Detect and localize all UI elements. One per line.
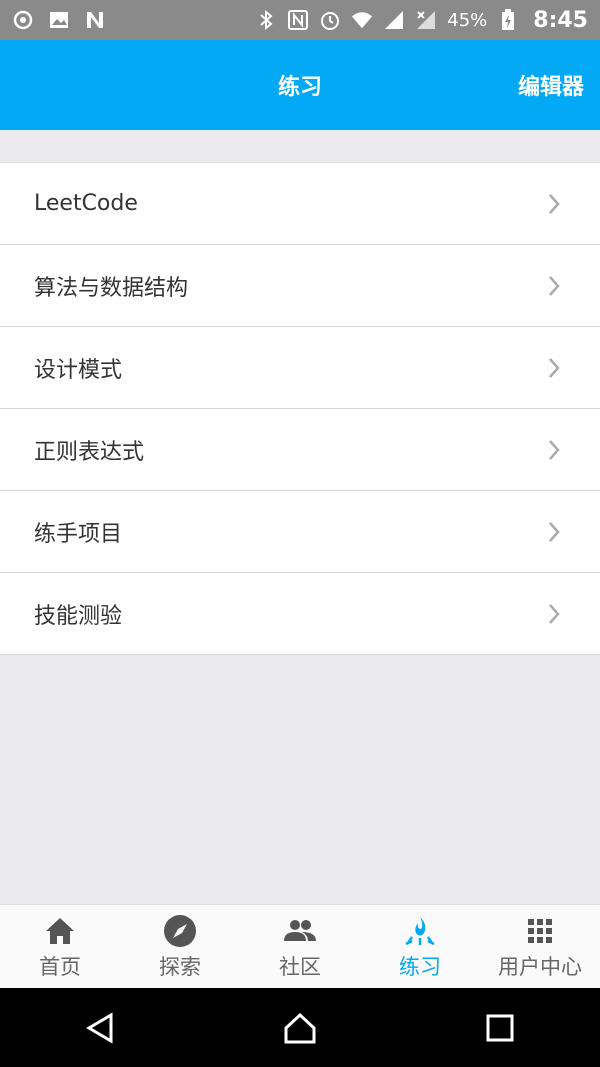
alarm-icon [319, 9, 341, 31]
nav-label: 探索 [159, 954, 201, 979]
sync-icon [12, 9, 34, 31]
home-circle-icon[interactable] [280, 1008, 320, 1048]
nav-user-center[interactable]: 用户中心 [480, 905, 600, 988]
battery-charging-icon [497, 9, 519, 31]
bluetooth-icon [255, 9, 277, 31]
battery-percent: 45% [447, 9, 488, 31]
list-item-skill-test[interactable]: 技能测验 [0, 573, 600, 655]
editor-button[interactable]: 编辑器 [518, 40, 584, 130]
people-icon [284, 919, 316, 941]
list-item-algorithms[interactable]: 算法与数据结构 [0, 245, 600, 327]
nav-practice[interactable]: 练习 [360, 905, 480, 988]
practice-icon [405, 916, 435, 945]
list-item-label: 设计模式 [34, 357, 123, 383]
wifi-icon [351, 9, 373, 31]
nav-label: 社区 [279, 954, 321, 979]
status-bar: 45% 8:45 [0, 0, 600, 40]
home-icon [46, 917, 74, 944]
chevron-right-icon [549, 275, 560, 296]
bottom-nav: 首页 探索 社区 练习 用户中心 [0, 904, 600, 988]
image-icon [48, 9, 70, 31]
grid-icon [528, 918, 552, 943]
nav-label: 练习 [399, 954, 441, 979]
list-item-label: 正则表达式 [34, 439, 145, 465]
system-nav-bar [0, 988, 600, 1067]
back-icon[interactable] [80, 1008, 120, 1048]
clock: 8:45 [533, 7, 588, 33]
list-item-leetcode[interactable]: LeetCode [0, 163, 600, 245]
signal-x-icon [415, 9, 437, 31]
n-app-icon [84, 9, 106, 31]
app-bar: 练习 编辑器 [0, 40, 600, 130]
compass-icon [164, 914, 196, 947]
chevron-right-icon [549, 439, 560, 460]
list-item-design-patterns[interactable]: 设计模式 [0, 327, 600, 409]
practice-list: LeetCode 算法与数据结构 设计模式 正则表达式 练手项目 技能测验 [0, 162, 600, 655]
recents-icon[interactable] [480, 1008, 520, 1048]
list-item-label: LeetCode [34, 191, 138, 216]
list-item-label: 练手项目 [34, 521, 123, 547]
list-item-label: 算法与数据结构 [34, 275, 189, 301]
nav-label: 首页 [39, 954, 81, 979]
list-item-projects[interactable]: 练手项目 [0, 491, 600, 573]
chevron-right-icon [549, 521, 560, 542]
nav-explore[interactable]: 探索 [120, 905, 240, 988]
nav-home[interactable]: 首页 [0, 905, 120, 988]
signal-icon [383, 9, 405, 31]
page-title: 练习 [277, 75, 322, 100]
nfc-icon [287, 9, 309, 31]
chevron-right-icon [549, 357, 560, 378]
nav-community[interactable]: 社区 [240, 905, 360, 988]
chevron-right-icon [549, 193, 560, 214]
chevron-right-icon [549, 603, 560, 624]
nav-label: 用户中心 [498, 954, 582, 979]
list-item-regex[interactable]: 正则表达式 [0, 409, 600, 491]
list-item-label: 技能测验 [34, 603, 123, 629]
